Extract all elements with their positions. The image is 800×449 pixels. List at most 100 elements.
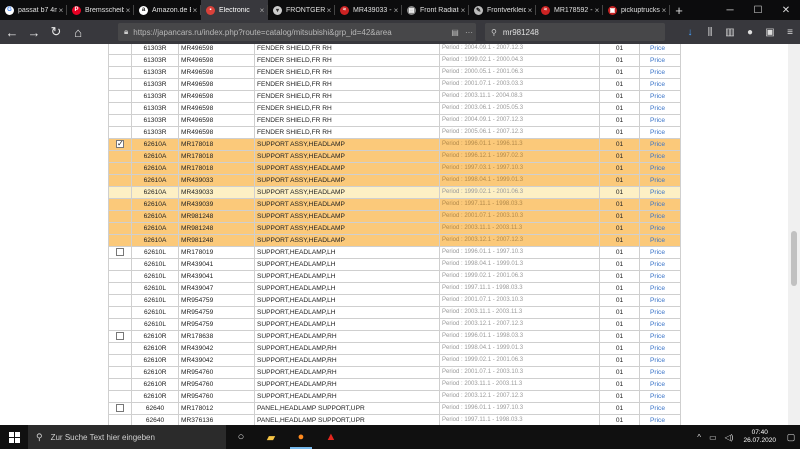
browser-tab[interactable]: ▣ pickuptrucks × (603, 0, 670, 20)
browser-tab[interactable]: ≈ MR439033 - Pa× (335, 0, 402, 20)
bookmark-star-icon[interactable]: ··· (462, 28, 476, 37)
price-link[interactable]: Price (639, 114, 681, 127)
tab-close-icon[interactable]: × (258, 6, 266, 15)
browser-tab[interactable]: ▾ FRONTGERÜS× (268, 0, 335, 20)
clock[interactable]: 07:40 26.07.2020 (743, 429, 776, 445)
price-link[interactable]: Price (639, 402, 681, 415)
price-link[interactable]: Price (639, 198, 681, 211)
minimize-icon[interactable]: ─ (716, 5, 744, 16)
price-link[interactable]: Price (639, 44, 681, 55)
new-tab-button[interactable]: + (670, 0, 688, 20)
library-icon[interactable]: ⫼ (700, 22, 720, 42)
tab-close-icon[interactable]: × (660, 6, 668, 15)
price-link[interactable]: Price (639, 258, 681, 271)
tray-arrow-icon[interactable]: ^ (697, 433, 701, 442)
price-link[interactable]: Price (639, 378, 681, 391)
price-link[interactable]: Price (639, 294, 681, 307)
reload-icon[interactable]: ↻ (46, 22, 66, 42)
price-link[interactable]: Price (639, 270, 681, 283)
quantity-cell: 01 (599, 258, 640, 271)
address-bar[interactable]: 🔒︎ https://japancars.ru/index.php?route=… (118, 23, 476, 41)
price-link[interactable]: Price (639, 366, 681, 379)
search-box[interactable]: ⚲ mr981248 (485, 23, 665, 41)
price-link[interactable]: Price (639, 126, 681, 139)
price-link[interactable]: Price (639, 102, 681, 115)
taskbar-search[interactable]: ⚲ Zur Suche Text hier eingeben (28, 425, 226, 449)
tab-close-icon[interactable]: × (124, 6, 132, 15)
part-number-cell: MR439033 (178, 186, 255, 199)
row-checkbox[interactable] (116, 404, 124, 413)
price-link[interactable]: Price (639, 138, 681, 151)
browser-tab[interactable]: Gpassat b7 4mot× (0, 0, 67, 20)
firefox-icon[interactable]: ● (286, 425, 316, 449)
price-link[interactable]: Price (639, 414, 681, 425)
sidebar-icon[interactable]: ▥ (720, 22, 740, 42)
price-link[interactable]: Price (639, 210, 681, 223)
price-link[interactable]: Price (639, 90, 681, 103)
task-view-icon[interactable]: ○ (226, 425, 256, 449)
browser-tab[interactable]: ✎ Frontverkleid × (469, 0, 536, 20)
row-checkbox[interactable] (116, 248, 124, 257)
notification-icon[interactable]: ▢ (782, 432, 800, 443)
price-link[interactable]: Price (639, 330, 681, 343)
period-cell: Period : 1996.01.1 - 1997.10.3 (439, 246, 600, 259)
document-icon: ▪ (206, 5, 215, 15)
price-link[interactable]: Price (639, 162, 681, 175)
home-icon[interactable]: ⌂ (68, 22, 88, 42)
price-link[interactable]: Price (639, 246, 681, 259)
download-icon[interactable]: ↓ (680, 22, 700, 42)
checkbox-cell (108, 402, 132, 415)
tab-close-icon[interactable]: × (325, 6, 333, 15)
forward-icon[interactable]: → (24, 22, 44, 42)
scrollbar-thumb[interactable] (791, 231, 797, 286)
browser-tab[interactable]: ≈ MR178592 - Pa× (536, 0, 603, 20)
search-input[interactable]: mr981248 (503, 28, 539, 37)
table-row: 62640 MR376136 PANEL,HEADLAMP SUPPORT,UPR P… (108, 414, 681, 425)
price-link[interactable]: Price (639, 174, 681, 187)
price-link[interactable]: Price (639, 66, 681, 79)
price-link[interactable]: Price (639, 234, 681, 247)
period-cell: Period : 1999.02.1 - 2000.04.3 (439, 54, 600, 67)
url-text[interactable]: https://japancars.ru/index.php?route=cat… (133, 28, 448, 37)
tab-close-icon[interactable]: × (526, 6, 534, 15)
tab-close-icon[interactable]: × (593, 6, 601, 15)
close-window-icon[interactable]: ✕ (772, 5, 800, 16)
page-actions-icon[interactable]: ▤ (448, 28, 462, 37)
price-link[interactable]: Price (639, 354, 681, 367)
price-link[interactable]: Price (639, 54, 681, 67)
browser-tab[interactable]: P Bremsscheibe× (67, 0, 134, 20)
price-link[interactable]: Price (639, 342, 681, 355)
volume-icon[interactable]: ◁) (725, 433, 734, 442)
part-name-cell: SUPPORT ASSY,HEADLAMP (254, 198, 440, 211)
part-number-cell: MR178018 (178, 150, 255, 163)
tab-close-icon[interactable]: × (392, 6, 400, 15)
extension-icon[interactable]: ▣ (760, 22, 780, 42)
back-icon[interactable]: ← (2, 22, 22, 42)
menu-icon[interactable]: ≡ (780, 22, 800, 42)
price-link[interactable]: Price (639, 222, 681, 235)
start-button[interactable] (0, 425, 28, 449)
price-link[interactable]: Price (639, 78, 681, 91)
network-icon[interactable]: ▭ (709, 433, 717, 442)
maximize-icon[interactable]: ☐ (744, 5, 772, 16)
tab-close-icon[interactable]: × (459, 6, 467, 15)
browser-tab[interactable]: ▪ Electronic × (201, 0, 268, 20)
price-link[interactable]: Price (639, 306, 681, 319)
pdf-reader-icon[interactable]: ▲ (316, 425, 346, 449)
tab-close-icon[interactable]: × (57, 6, 65, 15)
price-link[interactable]: Price (639, 318, 681, 331)
account-icon[interactable]: ● (740, 22, 760, 42)
price-link[interactable]: Price (639, 390, 681, 403)
price-link[interactable]: Price (639, 186, 681, 199)
row-checkbox[interactable] (116, 140, 124, 149)
row-checkbox[interactable] (116, 332, 124, 341)
file-explorer-icon[interactable]: ▰ (256, 425, 286, 449)
browser-tab[interactable]: a Amazon.de Ein× (134, 0, 201, 20)
code-cell: 62610A (131, 210, 179, 223)
browser-tab[interactable]: ▤ Front Radiator× (402, 0, 469, 20)
tab-close-icon[interactable]: × (191, 6, 199, 15)
scrollbar[interactable] (788, 44, 800, 425)
price-link[interactable]: Price (639, 150, 681, 163)
price-link[interactable]: Price (639, 282, 681, 295)
part-number-cell: MR439041 (178, 258, 255, 271)
